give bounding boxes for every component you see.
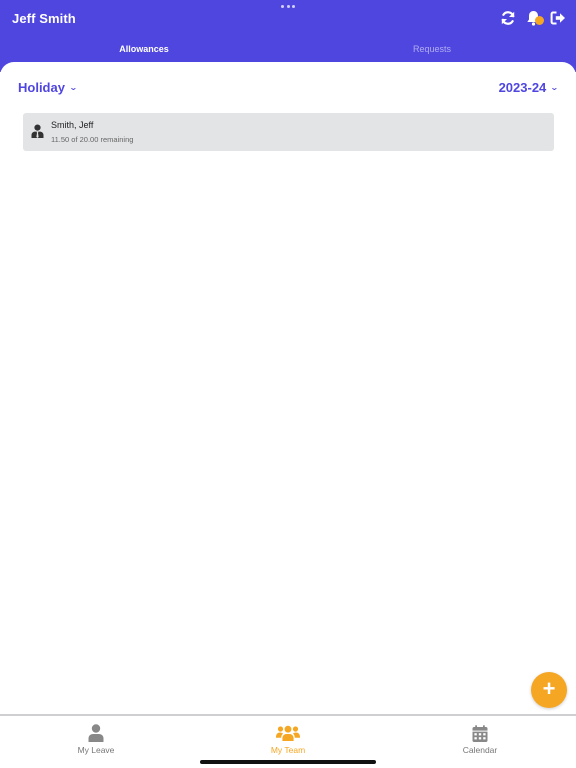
year-dropdown[interactable]: 2023-24 ⌄ (498, 80, 560, 95)
leave-type-value: Holiday (18, 80, 65, 95)
tab-bar: Allowances Requests (0, 44, 576, 58)
chevron-down-icon: ⌄ (550, 83, 560, 92)
tab-requests[interactable]: Requests (288, 44, 576, 58)
nav-my-leave[interactable]: My Leave (0, 716, 192, 768)
logout-icon[interactable] (550, 9, 566, 27)
content-sheet: Holiday ⌄ 2023-24 ⌄ Smith, Jeff 11.50 of… (0, 62, 576, 714)
nav-label-calendar: Calendar (462, 745, 498, 755)
employee-name: Smith, Jeff (51, 120, 94, 130)
allowance-list-item[interactable]: Smith, Jeff 11.50 of 20.00 remaining (23, 113, 554, 151)
nav-label-my-team: My Team (270, 745, 306, 755)
year-value: 2023-24 (498, 80, 547, 95)
header-actions (500, 9, 566, 27)
leave-type-dropdown[interactable]: Holiday ⌄ (18, 80, 78, 95)
tab-allowances[interactable]: Allowances (0, 44, 288, 58)
home-indicator[interactable] (200, 760, 376, 764)
remaining-balance: 11.50 of 20.00 remaining (51, 135, 134, 144)
notification-badge (535, 16, 544, 25)
app: Jeff Smith Allowances Requests Holiday ⌄… (0, 0, 576, 768)
refresh-icon[interactable] (500, 9, 516, 27)
add-request-button[interactable]: + (531, 672, 567, 708)
calendar-icon (472, 724, 488, 742)
plus-icon: + (542, 676, 556, 701)
multitasking-handle[interactable] (281, 5, 295, 9)
nav-calendar[interactable]: Calendar (384, 716, 576, 768)
bell-icon[interactable] (525, 9, 544, 27)
page-title: Jeff Smith (12, 11, 76, 26)
team-icon (276, 724, 300, 742)
person-tie-icon (31, 124, 44, 138)
person-icon (88, 724, 104, 742)
chevron-down-icon: ⌄ (68, 83, 78, 92)
nav-label-my-leave: My Leave (77, 745, 115, 755)
